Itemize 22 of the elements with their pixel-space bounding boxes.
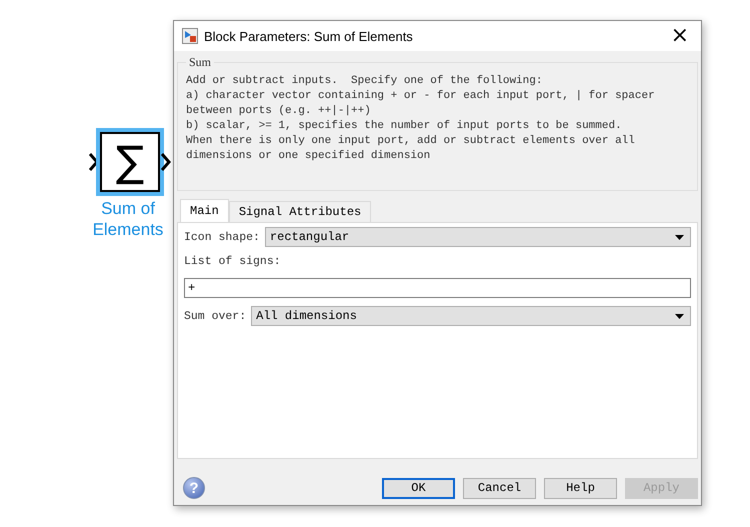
close-button[interactable]: × xyxy=(666,25,693,47)
group-title: Sum xyxy=(188,55,212,70)
dialog-button[interactable]: OK xyxy=(382,478,455,498)
dropdown[interactable]: rectangular xyxy=(264,227,691,247)
field-label: List of signs: xyxy=(184,255,282,268)
tab[interactable]: Main xyxy=(180,199,229,222)
field-label: Sum over: xyxy=(184,310,246,322)
description-line: b) scalar, >= 1, specifies the number of input ports to be summed. xyxy=(186,119,623,134)
description-line: Add or subtract inputs. Specify one of the following: xyxy=(186,74,544,89)
dialog-button[interactable]: Cancel xyxy=(463,478,536,498)
description-line: a) character vector containing + or - for each input port, | for spacer xyxy=(186,89,656,104)
window-title: Block Parameters: Sum of Elements xyxy=(204,28,414,44)
field-label: Icon shape: xyxy=(184,230,260,244)
block-label: Sum of xyxy=(100,198,156,219)
dialog-button[interactable]: Help xyxy=(544,478,617,498)
description-line: dimensions or one specified dimension xyxy=(186,149,432,164)
description-line: between ports (e.g. ++|-|++) xyxy=(186,104,372,119)
dropdown[interactable]: All dimensions xyxy=(251,306,691,326)
block-label: Elements xyxy=(92,219,164,240)
input-field[interactable]: + xyxy=(184,278,691,298)
description-line: When there is only one input port, add or subtract elements over all xyxy=(186,134,636,149)
tab[interactable]: Signal Attributes xyxy=(228,201,372,222)
